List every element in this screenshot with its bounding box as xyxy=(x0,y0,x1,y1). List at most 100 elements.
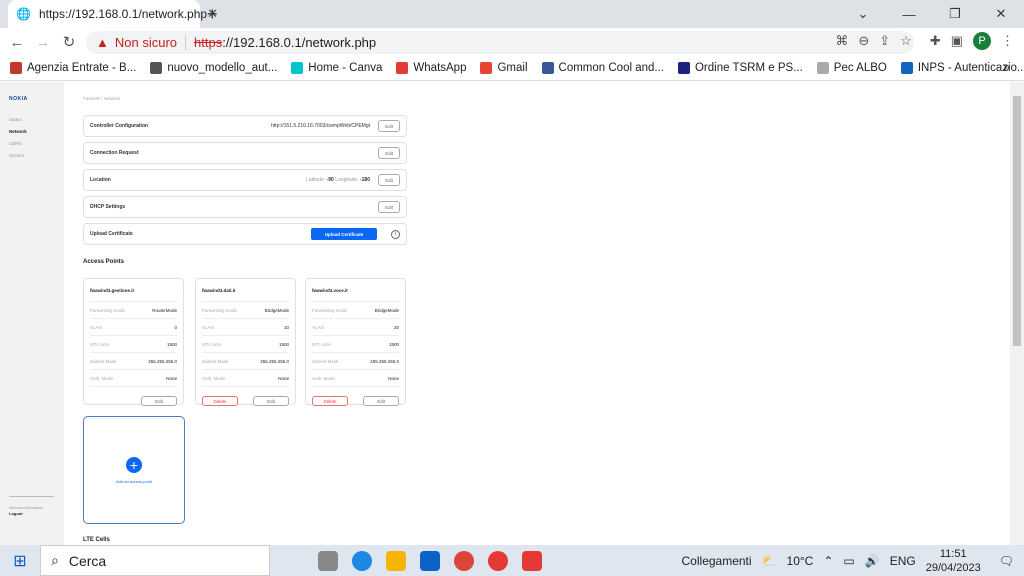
chrome-profile-icon[interactable] xyxy=(488,550,508,571)
tray-chevron-icon[interactable]: ⌃ xyxy=(823,554,833,568)
translate-icon[interactable]: ⌘ xyxy=(835,33,848,49)
tab-strip: 🌐 https://192.168.0.1/network.php ✕ + ⌄ — ❐ ✕ xyxy=(0,0,1024,28)
url-scheme: https xyxy=(185,35,222,50)
profile-avatar[interactable]: P xyxy=(973,32,991,50)
field-value: None xyxy=(388,375,399,381)
field-row: MTU size 1500 xyxy=(202,335,289,352)
bookmark[interactable]: Agenzia Entrate - B... xyxy=(10,62,136,74)
network-icon[interactable]: ▭ xyxy=(843,554,854,568)
notifications-icon[interactable]: 🗨 xyxy=(999,554,1014,568)
more-bookmarks-icon[interactable]: » xyxy=(1003,60,1010,74)
toolbar: ← → ↻ ▲ Non sicuro https://192.168.0.1/n… xyxy=(0,28,1024,56)
add-access-point-card[interactable]: + Add an access point xyxy=(83,416,185,524)
row-label: Upload Certificate xyxy=(90,231,133,237)
scrollbar-thumb[interactable] xyxy=(1013,96,1021,346)
bookmark[interactable]: WhatsApp xyxy=(396,62,466,74)
search-icon: ⌕ xyxy=(51,552,59,568)
logout-link[interactable]: Logout xyxy=(9,511,23,516)
field-value: RouterMode xyxy=(152,307,177,313)
sidebar-item-status[interactable]: Status xyxy=(9,117,22,122)
scrollbar[interactable] xyxy=(1010,82,1024,545)
latitude-value: -90 xyxy=(326,177,334,183)
latitude-label: Latitude: xyxy=(306,177,326,183)
bookmark[interactable]: Ordine TSRM e PS... xyxy=(677,62,803,74)
share-icon[interactable]: ⇪ xyxy=(879,33,890,49)
delete-button[interactable]: Delete xyxy=(312,396,348,406)
mail-icon[interactable] xyxy=(420,550,440,571)
edit-button[interactable]: Edit xyxy=(141,396,177,406)
browser-tab[interactable]: 🌐 https://192.168.0.1/network.php ✕ xyxy=(8,0,218,28)
edit-button[interactable]: Edit xyxy=(378,201,400,213)
edge-icon[interactable] xyxy=(352,550,372,571)
restore-button[interactable]: ❐ xyxy=(932,0,978,28)
clock[interactable]: 11:51 29/04/2023 xyxy=(926,547,981,575)
upload-certificate-button[interactable]: Upload Certificate xyxy=(311,228,377,240)
star-icon[interactable]: ☆ xyxy=(900,33,912,49)
edit-button[interactable]: Edit xyxy=(363,396,399,406)
weather-temp[interactable]: 10°C xyxy=(787,554,814,568)
windows-start-icon[interactable]: ⊞ xyxy=(0,551,40,571)
field-value: BridgeMode xyxy=(264,307,289,313)
task-view-icon[interactable] xyxy=(318,550,338,571)
field-value: 1500 xyxy=(388,341,399,347)
bookmark-favicon-icon xyxy=(150,62,163,74)
bookmark[interactable]: Home - Canva xyxy=(291,62,382,74)
globe-icon: 🌐 xyxy=(16,7,31,21)
info-icon[interactable]: i xyxy=(391,229,400,239)
menu-icon[interactable]: ⋮ xyxy=(1001,33,1014,49)
bookmark[interactable]: nuovo_modello_aut... xyxy=(150,62,277,74)
links-label[interactable]: Collegamenti xyxy=(682,554,752,568)
welcome-text: Welcome fn@installer xyxy=(9,506,44,510)
sidepanel-icon[interactable]: ▣ xyxy=(951,33,963,49)
date: 29/04/2023 xyxy=(925,561,981,574)
sidebar-item-network[interactable]: Network xyxy=(9,129,27,134)
tab-search-icon[interactable]: ⌄ xyxy=(840,0,886,28)
row-label: DHCP Settings xyxy=(90,204,126,210)
volume-icon[interactable]: 🔊 xyxy=(865,554,880,568)
field-label: MTU size xyxy=(312,341,331,347)
access-point-name: fwawind3.gestione.it xyxy=(90,287,135,293)
address-bar[interactable]: ▲ Non sicuro https://192.168.0.1/network… xyxy=(86,31,914,54)
app-icon[interactable] xyxy=(522,550,542,571)
security-label[interactable]: Non sicuro xyxy=(115,35,177,50)
zoom-icon[interactable]: ⊖ xyxy=(858,33,869,49)
forward-icon[interactable]: → xyxy=(30,34,56,51)
page: NOKIA Status Network CBRS System Welcome… xyxy=(0,82,1010,545)
plus-icon: + xyxy=(126,456,142,473)
edit-button[interactable]: Edit xyxy=(253,396,289,406)
row-label: Controller Configuration xyxy=(90,123,149,129)
field-label: MTU size xyxy=(90,341,109,347)
delete-button[interactable]: Delete xyxy=(202,396,238,406)
section-title: LTE Cells xyxy=(83,537,110,543)
new-tab-button[interactable]: + xyxy=(207,4,218,25)
access-point-card: fwawind3.voce.it Forwarding mode BridgeMod… xyxy=(305,278,406,406)
back-icon[interactable]: ← xyxy=(4,34,30,51)
warning-icon: ▲ xyxy=(96,35,109,50)
field-label: Auth. Mode xyxy=(90,375,114,381)
edit-button[interactable]: Edit xyxy=(378,174,400,186)
bookmark[interactable]: Gmail xyxy=(480,62,528,74)
bookmark[interactable]: Pec ALBO xyxy=(816,62,887,74)
field-label: Subnet Mask xyxy=(312,358,339,364)
language-indicator[interactable]: ENG xyxy=(890,554,916,568)
taskbar-search[interactable]: ⌕ Cerca xyxy=(40,545,270,576)
bookmark[interactable]: Common Cool and... xyxy=(541,62,664,74)
bookmark-label: Gmail xyxy=(497,62,528,74)
close-window-button[interactable]: ✕ xyxy=(978,0,1024,28)
field-label: Auth. Mode xyxy=(202,375,226,381)
edit-button[interactable]: Edit xyxy=(378,147,400,159)
sidebar: NOKIA Status Network CBRS System Welcome… xyxy=(0,82,64,545)
controller-url: http://151.5.210.16:7003/cwmpWeb/CPEMgt xyxy=(271,123,370,129)
reload-icon[interactable]: ↻ xyxy=(56,33,82,51)
field-label: Forwarding mode xyxy=(202,307,238,313)
field-value: 1500 xyxy=(166,341,177,347)
bookmark-label: Common Cool and... xyxy=(558,62,664,74)
sidebar-item-cbrs[interactable]: CBRS xyxy=(9,141,22,146)
file-explorer-icon[interactable] xyxy=(386,550,406,571)
chrome-icon[interactable] xyxy=(454,550,474,571)
section-title: Access Points xyxy=(83,259,125,265)
extensions-icon[interactable]: ✚ xyxy=(930,33,941,49)
sidebar-item-system[interactable]: System xyxy=(9,153,24,158)
minimize-button[interactable]: — xyxy=(886,0,932,28)
edit-button[interactable]: Edit xyxy=(378,120,400,132)
